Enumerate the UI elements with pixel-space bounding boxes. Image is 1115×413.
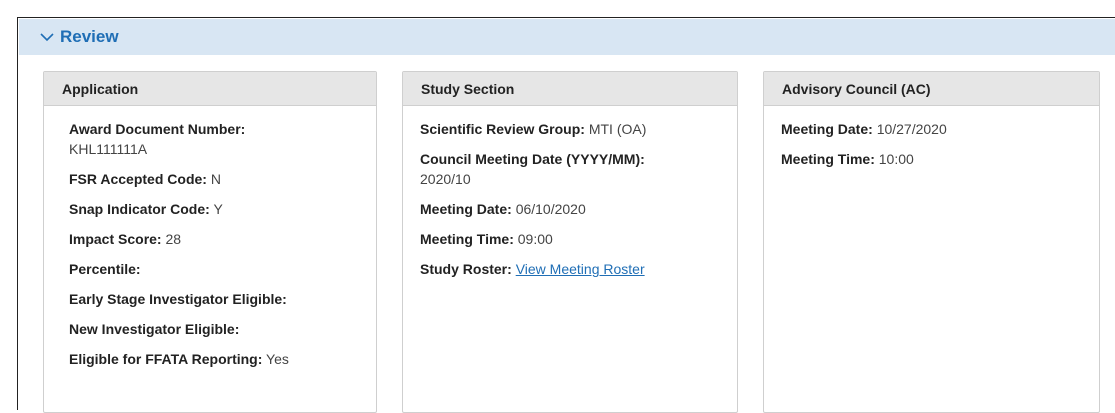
ac-meeting-time-row: Meeting Time: 10:00 xyxy=(781,149,1099,169)
percentile-row: Percentile: xyxy=(69,259,376,279)
meeting-time-row: Meeting Time: 09:00 xyxy=(420,229,737,249)
ffata-reporting-row: Eligible for FFATA Reporting: Yes xyxy=(69,349,376,369)
ac-meeting-date-row: Meeting Date: 10/27/2020 xyxy=(781,119,1099,139)
meeting-time-value: 09:00 xyxy=(517,231,553,247)
council-meeting-date-label: Council Meeting Date (YYYY/MM): xyxy=(420,151,645,167)
study-roster-row: Study Roster: View Meeting Roster xyxy=(420,259,737,279)
council-meeting-date-value: 2020/10 xyxy=(420,171,471,187)
application-card-title: Application xyxy=(44,72,376,106)
meeting-date-value: 06/10/2020 xyxy=(515,201,586,217)
award-document-number-value: KHL111111A xyxy=(69,141,148,157)
fsr-accepted-code-label: FSR Accepted Code: xyxy=(69,171,207,187)
ac-meeting-date-label: Meeting Date: xyxy=(781,121,873,137)
new-investigator-eligible-label: New Investigator Eligible: xyxy=(69,321,240,337)
application-card: Application Award Document Number: KHL11… xyxy=(43,71,377,413)
review-section-toggle[interactable]: Review xyxy=(19,19,1115,55)
chevron-down-icon xyxy=(40,30,54,44)
council-meeting-date-row: Council Meeting Date (YYYY/MM): 2020/10 xyxy=(420,149,737,189)
ac-meeting-time-label: Meeting Time: xyxy=(781,151,875,167)
study-roster-label: Study Roster: xyxy=(420,261,512,277)
snap-indicator-code-row: Snap Indicator Code: Y xyxy=(69,199,376,219)
study-section-card-title: Study Section xyxy=(403,72,737,106)
impact-score-label: Impact Score: xyxy=(69,231,162,247)
ac-meeting-date-value: 10/27/2020 xyxy=(876,121,947,137)
esi-eligible-row: Early Stage Investigator Eligible: xyxy=(69,289,376,309)
snap-indicator-code-label: Snap Indicator Code: xyxy=(69,201,210,217)
scientific-review-group-label: Scientific Review Group: xyxy=(420,121,585,137)
fsr-accepted-code-value: N xyxy=(210,171,221,187)
award-document-number-label: Award Document Number: xyxy=(69,121,246,137)
ffata-reporting-label: Eligible for FFATA Reporting: xyxy=(69,351,263,367)
scientific-review-group-row: Scientific Review Group: MTI (OA) xyxy=(420,119,737,139)
impact-score-value: 28 xyxy=(165,231,182,247)
advisory-council-card: Advisory Council (AC) Meeting Date: 10/2… xyxy=(763,71,1100,413)
study-section-card: Study Section Scientific Review Group: M… xyxy=(402,71,738,413)
advisory-council-card-title: Advisory Council (AC) xyxy=(764,72,1099,106)
review-panel: Review Application Award Document Number… xyxy=(17,17,1115,413)
percentile-label: Percentile: xyxy=(69,261,141,277)
ffata-reporting-value: Yes xyxy=(266,351,289,367)
ac-meeting-time-value: 10:00 xyxy=(878,151,914,167)
fsr-accepted-code-row: FSR Accepted Code: N xyxy=(69,169,376,189)
view-meeting-roster-link[interactable]: View Meeting Roster xyxy=(516,261,645,277)
new-investigator-eligible-row: New Investigator Eligible: xyxy=(69,319,376,339)
snap-indicator-code-value: Y xyxy=(213,201,223,217)
award-document-number-row: Award Document Number: KHL111111A xyxy=(69,119,376,159)
meeting-date-label: Meeting Date: xyxy=(420,201,512,217)
section-title: Review xyxy=(60,27,119,46)
scientific-review-group-value: MTI (OA) xyxy=(588,121,647,137)
impact-score-row: Impact Score: 28 xyxy=(69,229,376,249)
meeting-date-row: Meeting Date: 06/10/2020 xyxy=(420,199,737,219)
meeting-time-label: Meeting Time: xyxy=(420,231,514,247)
esi-eligible-label: Early Stage Investigator Eligible: xyxy=(69,291,287,307)
